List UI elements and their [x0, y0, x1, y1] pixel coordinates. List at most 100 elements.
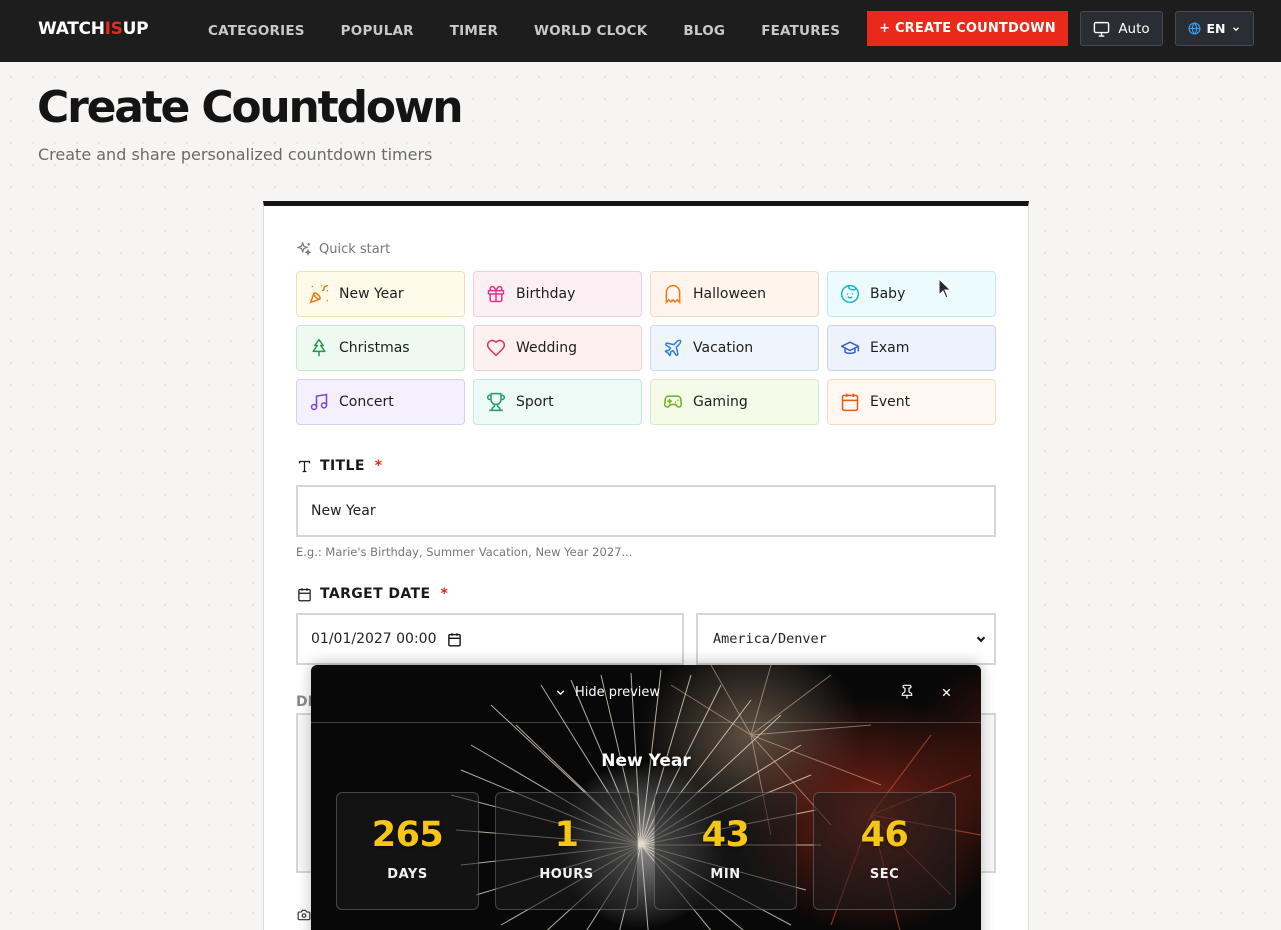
- nav-links: CATEGORIES POPULAR TIMER WORLD CLOCK BLO…: [208, 0, 876, 62]
- target-date-value: 01/01/2027 00:00: [311, 631, 437, 647]
- nav-link-features[interactable]: FEATURES: [761, 23, 840, 39]
- tile-label: Birthday: [516, 286, 576, 302]
- countdown-unit-seconds: 46 SEC: [813, 792, 956, 910]
- logo-part-watch: WATCH: [38, 19, 105, 39]
- tile-label: Gaming: [693, 394, 748, 410]
- theme-toggle-button[interactable]: Auto: [1080, 11, 1163, 46]
- title-input-value: New Year: [311, 503, 376, 519]
- required-mark: *: [374, 458, 383, 474]
- tile-label: Exam: [870, 340, 910, 356]
- calendar-picker-icon[interactable]: [447, 632, 462, 647]
- tile-label: Baby: [870, 286, 906, 302]
- quick-start-tile-concert[interactable]: Concert: [296, 379, 465, 425]
- language-label: EN: [1206, 21, 1226, 36]
- quick-start-label: Quick start: [296, 241, 390, 257]
- countdown-unit-days: 265 DAYS: [336, 792, 479, 910]
- quick-start-tile-new-year[interactable]: New Year: [296, 271, 465, 317]
- timezone-select[interactable]: America/Denver: [696, 613, 996, 665]
- chevron-down-icon: [976, 636, 986, 643]
- ghost-icon: [665, 284, 681, 304]
- chevron-down-icon: [556, 690, 565, 696]
- countdown-value: 265: [371, 815, 444, 855]
- calendar-icon: [841, 393, 859, 412]
- plane-icon: [664, 339, 682, 357]
- page-subtitle: Create and share personalized countdown …: [38, 145, 433, 164]
- quick-start-tile-sport[interactable]: Sport: [473, 379, 642, 425]
- create-countdown-button[interactable]: + CREATE COUNTDOWN: [867, 11, 1068, 46]
- target-date-label-text: TARGET DATE: [320, 586, 431, 602]
- graduation-cap-icon: [840, 341, 860, 355]
- nav-link-blog[interactable]: BLOG: [683, 23, 725, 39]
- music-icon: [310, 393, 328, 411]
- sparkles-icon: [296, 241, 312, 256]
- hide-preview-button[interactable]: Hide preview: [554, 685, 660, 700]
- quick-start-tile-birthday[interactable]: Birthday: [473, 271, 642, 317]
- target-date-input[interactable]: 01/01/2027 00:00: [296, 613, 684, 665]
- tree-icon: [312, 338, 326, 357]
- countdown-label: HOURS: [539, 867, 594, 882]
- nav-link-timer[interactable]: TIMER: [450, 23, 498, 39]
- pin-icon[interactable]: [899, 684, 915, 700]
- chevron-down-icon: [1232, 26, 1239, 31]
- language-select[interactable]: EN: [1175, 11, 1254, 46]
- nav-link-world-clock[interactable]: WORLD CLOCK: [534, 23, 647, 39]
- logo[interactable]: WATCHISUP: [38, 19, 149, 39]
- countdown-label: SEC: [869, 867, 900, 882]
- tile-label: Christmas: [339, 340, 410, 356]
- timezone-value: America/Denver: [713, 631, 827, 647]
- quick-start-text: Quick start: [319, 241, 391, 257]
- calendar-icon: [298, 587, 311, 601]
- nav-link-categories[interactable]: CATEGORIES: [208, 23, 305, 39]
- countdown-value: 46: [860, 815, 909, 855]
- countdown-label: MIN: [710, 867, 741, 882]
- tile-label: Wedding: [516, 340, 578, 356]
- countdown-value: 1: [554, 815, 579, 855]
- tile-label: Event: [870, 394, 911, 410]
- quick-start-tile-exam[interactable]: Exam: [827, 325, 996, 371]
- quick-start-tile-halloween[interactable]: Halloween: [650, 271, 819, 317]
- tile-label: Halloween: [693, 286, 767, 302]
- camera-icon: [297, 909, 311, 921]
- trophy-icon: [486, 392, 506, 412]
- required-mark: *: [440, 586, 449, 602]
- countdown-label: DAYS: [387, 867, 428, 882]
- preview-toolbar: Hide preview: [311, 665, 981, 723]
- monitor-icon: [1094, 21, 1110, 37]
- tile-label: New Year: [339, 286, 404, 302]
- title-field-label: TITLE *: [297, 458, 383, 474]
- quick-start-tile-vacation[interactable]: Vacation: [650, 325, 819, 371]
- text-type-icon: [298, 460, 311, 472]
- title-hint: E.g.: Marie's Birthday, Summer Vacation,…: [296, 545, 633, 559]
- countdown-unit-hours: 1 HOURS: [495, 792, 638, 910]
- tile-label: Vacation: [693, 340, 754, 356]
- target-date-label: TARGET DATE *: [297, 586, 448, 602]
- quick-start-tile-baby[interactable]: Baby: [827, 271, 996, 317]
- countdown-unit-minutes: 43 MIN: [654, 792, 797, 910]
- tile-label: Concert: [339, 394, 394, 410]
- preview-title: New Year: [601, 751, 691, 771]
- nav-link-popular[interactable]: POPULAR: [341, 23, 414, 39]
- baby-face-icon: [840, 284, 860, 304]
- theme-label: Auto: [1118, 20, 1150, 37]
- mouse-cursor-icon: [938, 278, 952, 299]
- countdown-value: 43: [701, 815, 750, 855]
- gamepad-icon: [663, 395, 683, 408]
- heart-icon: [486, 339, 506, 357]
- gift-icon: [487, 285, 505, 303]
- title-input[interactable]: New Year: [296, 485, 996, 537]
- quick-start-tile-christmas[interactable]: Christmas: [296, 325, 465, 371]
- tile-label: Sport: [516, 394, 554, 410]
- top-nav: WATCHISUP CATEGORIES POPULAR TIMER WORLD…: [0, 0, 1281, 62]
- quick-start-tile-wedding[interactable]: Wedding: [473, 325, 642, 371]
- title-label-text: TITLE: [320, 458, 365, 474]
- quick-start-tile-gaming[interactable]: Gaming: [650, 379, 819, 425]
- close-icon[interactable]: [940, 686, 953, 699]
- page-title: Create Countdown: [37, 82, 464, 133]
- globe-icon: [1188, 22, 1201, 35]
- countdown-preview-panel: Hide preview New Year 265 DAYS 1 HOURS 4…: [311, 665, 981, 930]
- logo-part-up: UP: [122, 19, 149, 39]
- party-popper-icon: [309, 284, 329, 304]
- quick-start-tile-event[interactable]: Event: [827, 379, 996, 425]
- logo-part-is: IS: [104, 19, 123, 39]
- hide-preview-label: Hide preview: [575, 685, 661, 700]
